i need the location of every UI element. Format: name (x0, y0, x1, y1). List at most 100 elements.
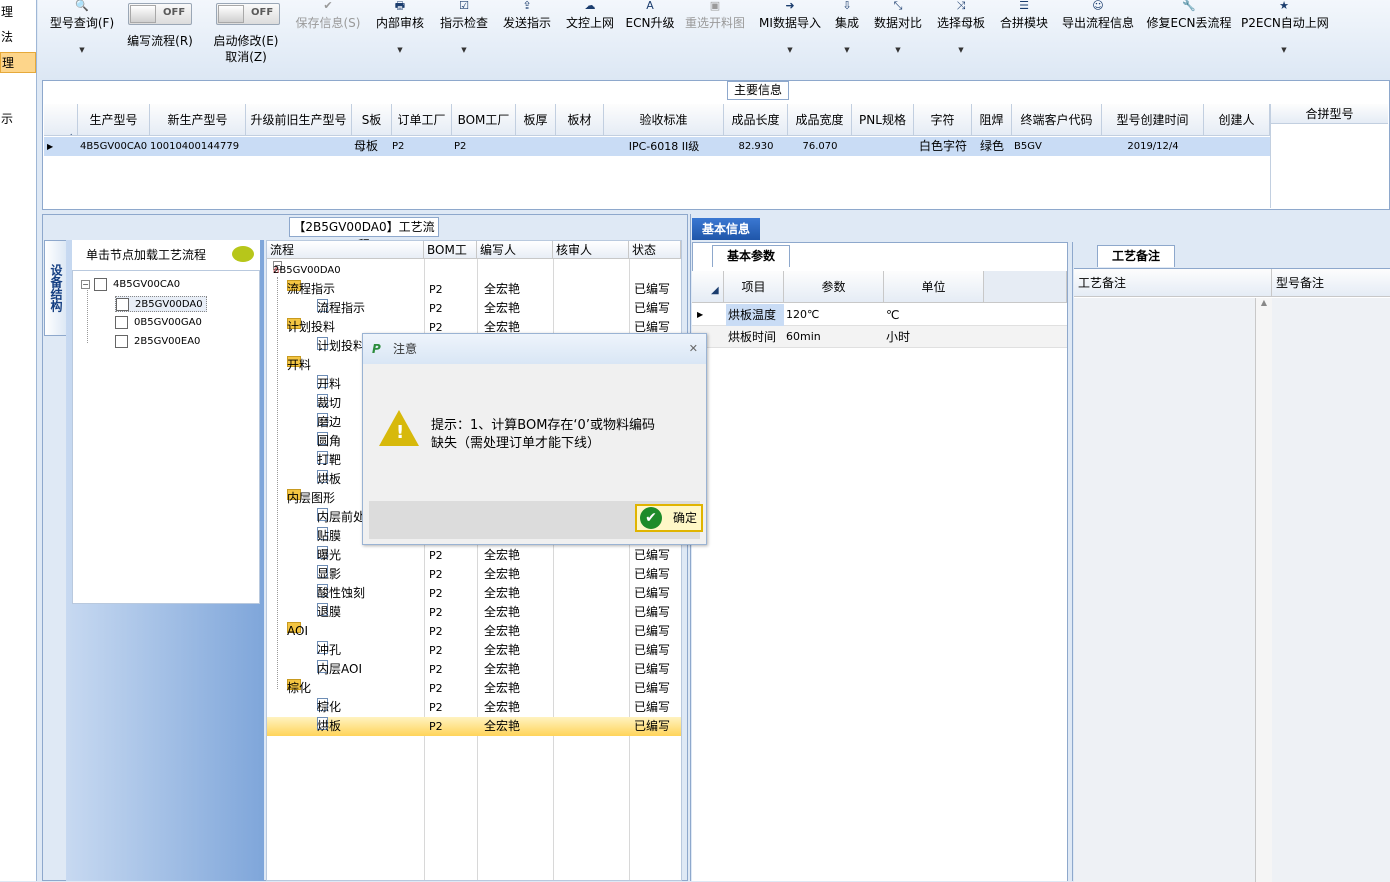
process-row[interactable]: 冲孔 P2 全宏艳 已编写 (267, 641, 681, 660)
col-header[interactable]: 流程 (267, 241, 424, 259)
merge-module-button[interactable]: ☰ 合拼模块 (997, 0, 1051, 32)
cancel-label[interactable]: 取消(Z) (208, 48, 284, 65)
cell-width[interactable]: 76.070 (788, 137, 852, 156)
process-row[interactable]: 棕化 P2 全宏艳 已编写 (267, 698, 681, 717)
col-header[interactable]: 创建人 (1204, 104, 1270, 136)
tree-node-selected[interactable]: 2B5GV00DA0 (115, 296, 207, 312)
col-header[interactable]: 阻焊 (972, 104, 1012, 136)
process-row[interactable]: 酸性蚀刻 P2 全宏艳 已编写 (267, 584, 681, 603)
grid-corner[interactable]: ◢ (692, 271, 724, 303)
collapse-icon[interactable]: − (81, 279, 90, 289)
cell-create-time[interactable]: 2019/12/4 (1102, 137, 1204, 156)
col-header[interactable]: 核审人 (553, 241, 629, 259)
cell-model[interactable]: 4B5GV00CA0 (80, 137, 150, 156)
col-header[interactable]: 项目 (724, 271, 784, 303)
grid-corner[interactable]: ◢ (44, 104, 78, 136)
save-info-button[interactable]: ✔ 保存信息(S) (293, 0, 363, 32)
tab-basic-params[interactable]: 基本参数 (712, 245, 790, 267)
select-mother-board-button[interactable]: ⤨ 选择母板 ▼ (934, 0, 988, 56)
tree-root[interactable]: − ⌂ 2B5GV00DA0 (267, 261, 681, 280)
chevron-down-icon[interactable]: ▼ (756, 44, 824, 56)
model-notes-text[interactable] (1272, 298, 1390, 882)
tree-checkbox[interactable] (115, 315, 128, 329)
enable-edit-toggle[interactable]: OFF (216, 3, 280, 25)
scrollbar[interactable]: ▲ (1256, 298, 1272, 882)
tree-node[interactable]: −4B5GV00CA0 (81, 277, 180, 293)
col-header[interactable]: 编写人 (477, 241, 553, 259)
craft-notes-text[interactable] (1074, 298, 1256, 882)
reselect-cutting-button[interactable]: ▣ 重选开料图 (682, 0, 748, 32)
process-row[interactable]: 显影 P2 全宏艳 已编写 (267, 565, 681, 584)
cell-s-board[interactable]: 母板 (354, 137, 392, 156)
col-header[interactable]: 成品长度 (724, 104, 788, 136)
mi-import-button[interactable]: ➜ MI数据导入 ▼ (756, 0, 824, 56)
process-row-selected[interactable]: 烘板 P2 全宏艳 已编写 (267, 717, 681, 736)
col-header[interactable]: S板 (352, 104, 392, 136)
cell-bom-factory[interactable]: P2 (454, 137, 514, 156)
col-header[interactable]: PNL规格 (852, 104, 914, 136)
process-row[interactable]: 退膜 P2 全宏艳 已编写 (267, 603, 681, 622)
integrate-button[interactable]: ⇩ 集成 ▼ (830, 0, 864, 56)
left-nav-item-active[interactable]: 理 (0, 52, 36, 73)
internal-review-button[interactable]: 🖶 内部审核 ▼ (372, 0, 428, 56)
col-header[interactable]: BOM工厂 (452, 104, 516, 136)
cell-customer-code[interactable]: B5GV (1014, 137, 1102, 156)
process-row[interactable]: −AOIP2全宏艳已编写 (267, 622, 681, 641)
col-header[interactable]: 参数 (784, 271, 884, 303)
fix-ecn-process-button[interactable]: 🔧 修复ECN丢流程 (1146, 0, 1232, 32)
write-process-toggle[interactable]: OFF (128, 3, 192, 25)
tree-node[interactable]: 2B5GV00EA0 (115, 334, 200, 350)
send-instruction-button[interactable]: ⇪ 发送指示 (500, 0, 554, 32)
p2ecn-auto-online-button[interactable]: ★ P2ECN自动上网 ▼ (1241, 0, 1329, 56)
col-header[interactable]: 字符 (914, 104, 972, 136)
chevron-down-icon[interactable]: ▼ (1241, 44, 1327, 56)
col-header[interactable]: 升级前旧生产型号 (246, 104, 352, 136)
tree-checkbox[interactable] (116, 297, 129, 311)
cell-mask[interactable]: 绿色 (972, 137, 1012, 156)
col-header[interactable]: 验收标准 (604, 104, 724, 136)
tree-checkbox[interactable] (94, 277, 107, 291)
tree-node[interactable]: 0B5GV00GA0 (115, 315, 202, 331)
col-header[interactable]: 生产型号 (78, 104, 150, 136)
process-row[interactable]: 内层AOI P2 全宏艳 已编写 (267, 660, 681, 679)
export-process-button[interactable]: ☺ 导出流程信息 (1059, 0, 1137, 32)
cell-new-model[interactable]: 10010400144779 (150, 137, 246, 156)
tab-basic-info[interactable]: 基本信息 (692, 218, 760, 240)
cell-char[interactable]: 白色字符 (914, 137, 972, 156)
chevron-down-icon[interactable]: ▼ (436, 44, 492, 56)
model-query-button[interactable]: 🔍 型号查询(F) ▼ (47, 0, 117, 56)
col-header[interactable]: 成品宽度 (788, 104, 852, 136)
chevron-down-icon[interactable]: ▼ (871, 44, 925, 56)
table-row[interactable]: ▶ 烘板温度 120℃ ℃ (692, 304, 1067, 326)
tab-craft-notes[interactable]: 工艺备注 (1097, 245, 1175, 267)
chevron-down-icon[interactable]: ▼ (372, 44, 428, 56)
doc-online-button[interactable]: ☁ 文控上网 (563, 0, 617, 32)
col-header[interactable]: 订单工厂 (392, 104, 452, 136)
process-row[interactable]: 流程指示 P2 全宏艳 已编写 (267, 299, 681, 318)
instruction-check-button[interactable]: ☑ 指示检查 ▼ (436, 0, 492, 56)
close-icon[interactable]: ✕ (689, 334, 698, 364)
left-nav-item[interactable]: 理 (0, 2, 36, 23)
col-header[interactable]: 板厚 (516, 104, 556, 136)
data-compare-button[interactable]: ⤡ 数据对比 ▼ (871, 0, 925, 56)
col-header[interactable]: 新生产型号 (150, 104, 246, 136)
col-header[interactable]: 状态 (629, 241, 681, 259)
ok-button[interactable]: ✔ 确定 (635, 504, 703, 532)
process-row[interactable]: 曝光 P2 全宏艳 已编写 (267, 546, 681, 565)
left-nav-item[interactable]: 法 (0, 27, 36, 48)
col-header[interactable]: 型号创建时间 (1102, 104, 1204, 136)
device-structure-tab[interactable]: 设备结构 (44, 240, 66, 336)
col-header[interactable]: 板材 (556, 104, 604, 136)
tree-checkbox[interactable] (115, 334, 128, 348)
col-header[interactable]: 终端客户代码 (1012, 104, 1102, 136)
cell-length[interactable]: 82.930 (724, 137, 788, 156)
process-row[interactable]: −流程指示P2全宏艳已编写 (267, 280, 681, 299)
chevron-down-icon[interactable]: ▼ (934, 44, 988, 56)
ecn-upgrade-button[interactable]: A ECN升级 (625, 0, 675, 32)
left-nav-item[interactable]: 示 (0, 109, 36, 130)
process-row[interactable]: −棕化P2全宏艳已编写 (267, 679, 681, 698)
col-header[interactable]: BOM工厂 (424, 241, 477, 259)
cell-order-factory[interactable]: P2 (392, 137, 450, 156)
table-row[interactable]: 烘板时间 60min 小时 (692, 326, 1067, 348)
col-header[interactable]: 单位 (884, 271, 984, 303)
